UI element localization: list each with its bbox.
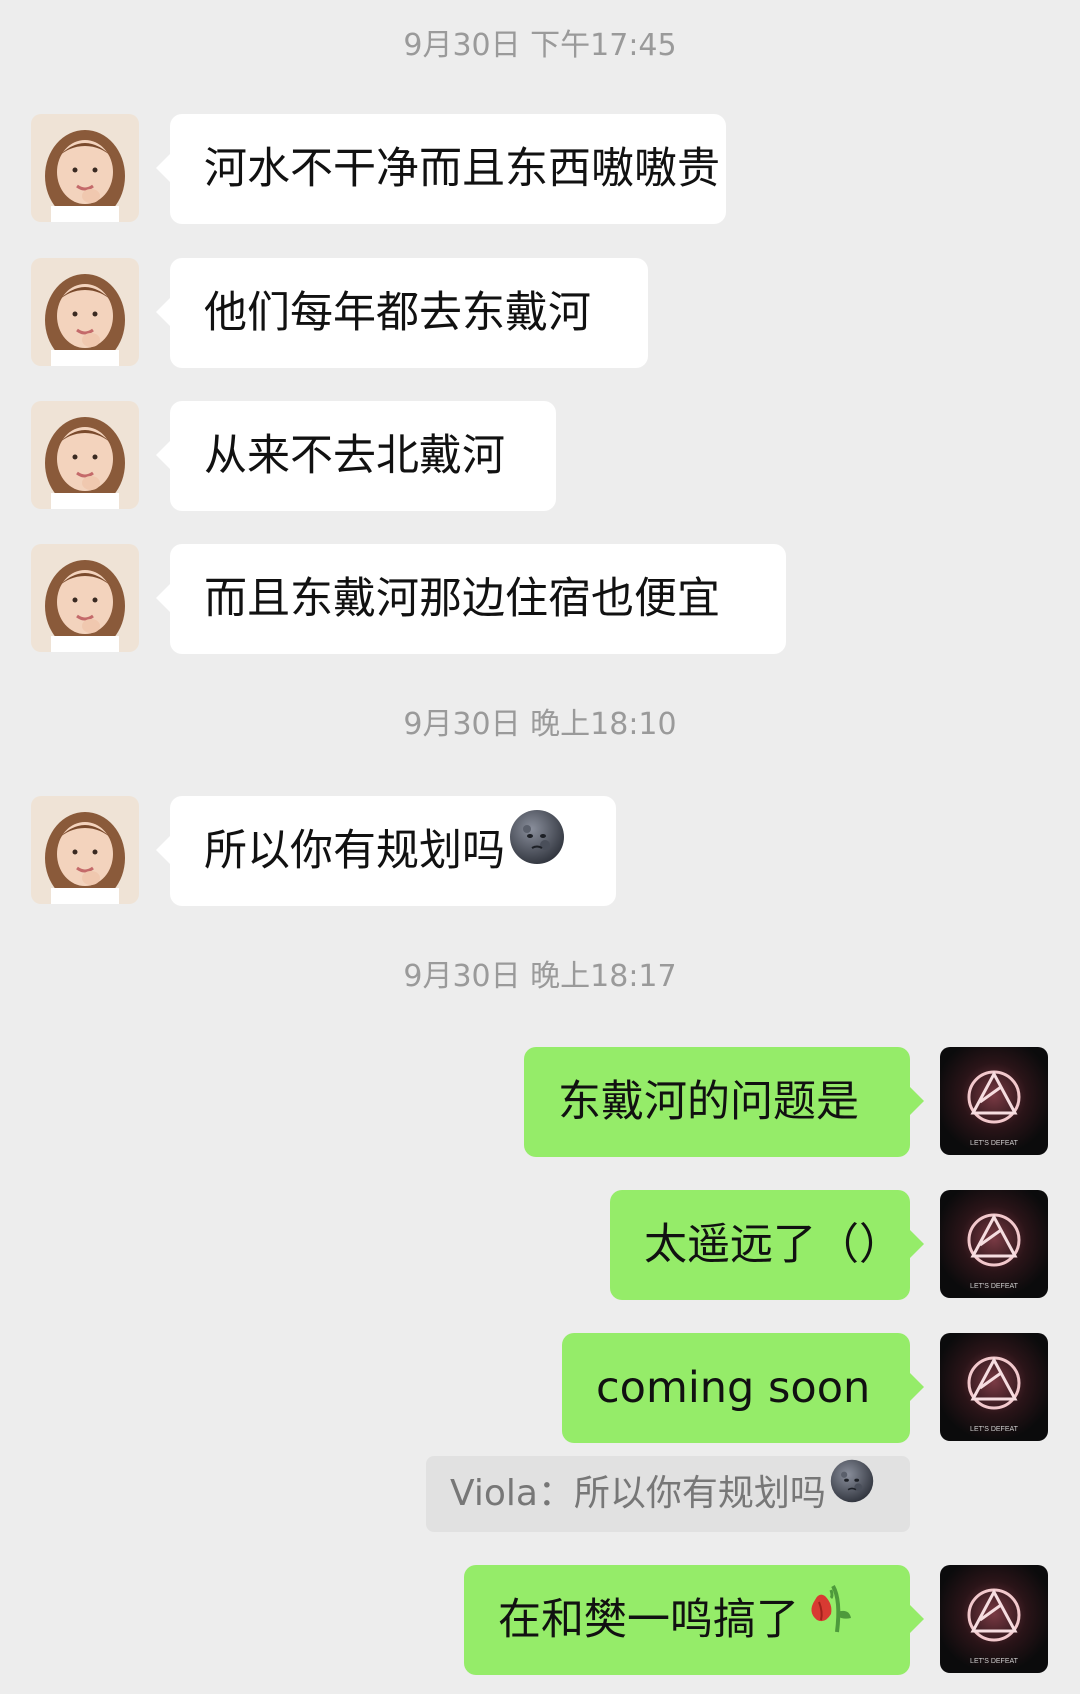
timestamp: 9月30日 晚上18:17: [403, 959, 677, 994]
new-moon-face-emoji: [509, 796, 565, 906]
message-row: 所以你有规划吗: [0, 796, 1080, 906]
message-row: 东戴河的问题是 LET'S DEFEAT: [0, 1047, 1080, 1157]
message-bubble[interactable]: coming soon: [562, 1333, 924, 1443]
self-avatar[interactable]: LET'S DEFEAT: [940, 1190, 1048, 1298]
self-avatar[interactable]: LET'S DEFEAT: [940, 1565, 1048, 1673]
message-text: 在和樊一鸣搞了: [498, 1595, 799, 1645]
contact-avatar[interactable]: [31, 796, 139, 904]
message-bubble[interactable]: 河水不干净而且东西嗷嗷贵: [156, 114, 726, 224]
wilted-flower-emoji: [803, 1565, 855, 1675]
message-text: 所以你有规划吗: [204, 826, 505, 876]
logo-text: LET'S DEFEAT: [970, 1283, 1019, 1290]
message-row: coming soon LET'S DEFEAT: [0, 1333, 1080, 1443]
contact-avatar[interactable]: [31, 401, 139, 509]
new-moon-face-emoji: [830, 1454, 874, 1530]
timestamp: 9月30日 晚上18:10: [403, 707, 677, 742]
message-bubble[interactable]: 他们每年都去东戴河: [156, 258, 648, 368]
logo-text: LET'S DEFEAT: [970, 1140, 1019, 1147]
message-bubble[interactable]: 所以你有规划吗: [156, 796, 616, 906]
message-row: 而且东戴河那边住宿也便宜: [0, 544, 1080, 654]
message-bubble[interactable]: 从来不去北戴河: [156, 401, 556, 511]
self-avatar[interactable]: LET'S DEFEAT: [940, 1047, 1048, 1155]
message-row: 太遥远了（） LET'S DEFEAT: [0, 1190, 1080, 1300]
message-bubble[interactable]: 而且东戴河那边住宿也便宜: [156, 544, 786, 654]
timestamp: 9月30日 下午17:45: [403, 28, 677, 63]
message-bubble[interactable]: 东戴河的问题是: [524, 1047, 924, 1157]
message-row: 从来不去北戴河: [0, 401, 1080, 511]
message-row: 他们每年都去东戴河: [0, 258, 1080, 368]
message-row: 在和樊一鸣搞了 LET'S DEFEAT: [0, 1565, 1080, 1675]
contact-avatar[interactable]: [31, 114, 139, 222]
message-row: 河水不干净而且东西嗷嗷贵: [0, 114, 1080, 224]
logo-text: LET'S DEFEAT: [970, 1426, 1019, 1433]
message-bubble[interactable]: 太遥远了（）: [610, 1190, 924, 1300]
quoted-message[interactable]: Viola：所以你有规划吗: [426, 1456, 910, 1532]
contact-avatar[interactable]: [31, 258, 139, 366]
logo-text: LET'S DEFEAT: [970, 1658, 1019, 1665]
quoted-message-text: Viola：所以你有规划吗: [450, 1473, 826, 1514]
message-bubble[interactable]: 在和樊一鸣搞了: [464, 1565, 924, 1675]
self-avatar[interactable]: LET'S DEFEAT: [940, 1333, 1048, 1441]
contact-avatar[interactable]: [31, 544, 139, 652]
